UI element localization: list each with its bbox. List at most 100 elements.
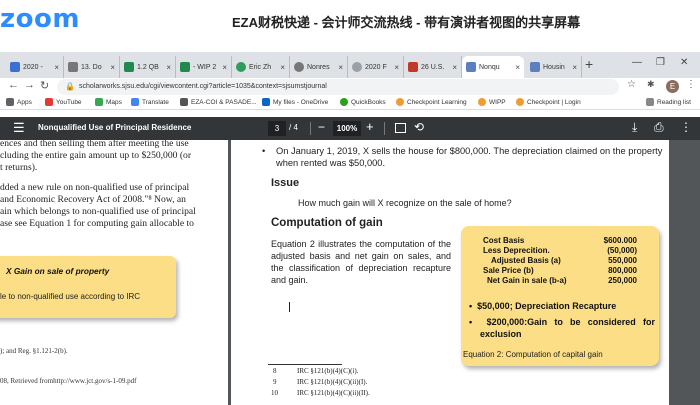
calc-value: 800,000: [608, 266, 637, 275]
equation-description: Equation 2 illustrates the computation o…: [271, 239, 451, 285]
close-icon[interactable]: ×: [452, 63, 457, 72]
tab-favicon-icon: [352, 62, 362, 72]
footnote-number: 9: [273, 378, 277, 386]
tab-favicon-icon: [466, 62, 476, 72]
browser-tab-active[interactable]: Nonqu ×: [462, 56, 524, 78]
browser-tab[interactable]: Nonres ×: [290, 56, 348, 78]
tab-favicon-icon: [408, 62, 418, 72]
page-text-line: ase see Equation 1 for computing gain al…: [0, 218, 194, 229]
bullet-icon: •: [469, 301, 478, 311]
calc-value: (50,000): [607, 246, 637, 255]
bookmark-label: EZA-COI & PASADE...: [191, 98, 257, 106]
zoom-out-button[interactable]: −: [318, 120, 325, 134]
bookmark-eza[interactable]: EZA-COI & PASADE...: [180, 98, 257, 106]
minimize-icon[interactable]: —: [632, 57, 642, 68]
scenario-text: On January 1, 2019, X sells the house fo…: [276, 146, 663, 168]
zoom-in-button[interactable]: +: [366, 119, 374, 134]
browser-tab[interactable]: - WIP 2 ×: [176, 56, 232, 78]
bookmark-checkpoint-learning[interactable]: Checkpoint Learning: [396, 98, 467, 106]
reading-list-button[interactable]: Reading list: [646, 98, 691, 106]
bookmark-maps[interactable]: Maps: [95, 98, 122, 106]
pdf-viewer[interactable]: ences and then selling them after meetin…: [0, 140, 700, 405]
menu-icon[interactable]: ☰: [13, 120, 25, 136]
new-tab-button[interactable]: +: [585, 56, 593, 72]
onedrive-icon: [262, 98, 270, 106]
extensions-icon[interactable]: ✱: [647, 79, 655, 90]
calc-label: Net Gain in sale (b-a): [487, 276, 567, 285]
close-icon[interactable]: ×: [54, 63, 59, 72]
bookmark-checkpoint-login[interactable]: Checkpoint | Login: [516, 98, 581, 106]
computation-heading: Computation of gain: [271, 217, 383, 229]
forward-icon[interactable]: →: [24, 79, 35, 91]
checkpoint-icon: [516, 98, 524, 106]
tab-favicon-icon: [124, 62, 134, 72]
browser-tab[interactable]: 26 U.S. ×: [404, 56, 462, 78]
close-icon[interactable]: ×: [110, 63, 115, 72]
tab-label: 2020 F: [365, 63, 387, 71]
apps-grid-icon: [6, 98, 14, 106]
close-icon[interactable]: ×: [280, 63, 285, 72]
url-text: scholarworks.sjsu.edu/cgi/viewcontent.cg…: [79, 83, 327, 90]
bookmark-onedrive[interactable]: My files - OneDrive: [262, 98, 328, 106]
calc-label: Cost Basis: [483, 236, 525, 245]
bullet-icon: •: [262, 146, 266, 156]
tab-strip: 2020 - × 13. Do × 1.2 QB × - WIP 2 × Eric Zh…: [0, 52, 700, 78]
checkpoint-icon: [396, 98, 404, 106]
address-bar[interactable]: 🔒 scholarworks.sjsu.edu/cgi/viewcontent.…: [57, 79, 619, 95]
browser-tab[interactable]: Eric Zh ×: [232, 56, 290, 78]
issue-question: How much gain will X recognize on the sa…: [298, 198, 512, 208]
tab-label: - WIP 2: [193, 63, 217, 71]
more-menu-icon[interactable]: ⋮: [686, 79, 696, 90]
page-number-input[interactable]: 3: [268, 121, 286, 136]
bookmark-star-icon[interactable]: ☆: [627, 79, 636, 90]
close-icon[interactable]: ×: [338, 63, 343, 72]
close-icon[interactable]: ×: [166, 63, 171, 72]
browser-tab[interactable]: 1.2 QB ×: [120, 56, 176, 78]
browser-tab[interactable]: 2020 - ×: [6, 56, 64, 78]
print-icon[interactable]: ⎙: [654, 120, 664, 135]
bookmark-translate[interactable]: Translate: [131, 98, 169, 106]
close-icon[interactable]: ×: [394, 63, 399, 72]
window-close-icon[interactable]: ✕: [680, 57, 688, 68]
bookmark-label: Apps: [17, 98, 32, 106]
profile-avatar[interactable]: E: [666, 80, 679, 93]
tab-favicon-icon: [294, 62, 304, 72]
bookmark-quickbooks[interactable]: QuickBooks: [340, 98, 386, 106]
navigation-bar: ← → ↻ 🔒 scholarworks.sjsu.edu/cgi/viewco…: [0, 78, 700, 96]
browser-tab[interactable]: Housin ×: [526, 56, 582, 78]
lock-icon: 🔒: [65, 82, 75, 91]
close-icon[interactable]: ×: [515, 63, 520, 72]
back-icon[interactable]: ←: [8, 79, 19, 91]
rotate-icon[interactable]: ⟲: [414, 120, 424, 134]
tab-label: Nonres: [307, 63, 330, 71]
exclusion-bullet: • $200,000:Gain to be considered for exc…: [469, 316, 655, 340]
maximize-icon[interactable]: ❐: [656, 57, 665, 68]
reload-icon[interactable]: ↻: [40, 79, 49, 92]
zoom-level-input[interactable]: 100%: [333, 121, 361, 136]
pdf-toolbar: ☰ Nonqualified Use of Principal Residenc…: [0, 117, 700, 140]
browser-tab[interactable]: 2020 F ×: [348, 56, 404, 78]
toolbar-divider: [310, 122, 311, 135]
close-icon[interactable]: ×: [222, 63, 227, 72]
download-icon[interactable]: ⤓: [632, 120, 637, 135]
footnote: 08, Retrieved fromhttp://www.jct.gov/s-1…: [0, 377, 137, 385]
tab-favicon-icon: [236, 62, 246, 72]
bookmark-apps[interactable]: Apps: [6, 98, 32, 106]
page-text-line: t returns).: [0, 162, 38, 173]
bookmarks-bar: Apps YouTube Maps Translate EZA-COI & PA…: [0, 96, 700, 110]
bookmark-wipp[interactable]: WIPP: [478, 98, 506, 106]
page-icon: [180, 98, 188, 106]
toolbar-divider: [384, 122, 385, 135]
bookmark-youtube[interactable]: YouTube: [45, 98, 82, 106]
checkpoint-icon: [478, 98, 486, 106]
browser-tab[interactable]: 13. Do ×: [64, 56, 120, 78]
calc-value: 250,000: [608, 276, 637, 285]
fit-to-page-icon[interactable]: [395, 123, 406, 133]
bookmark-label: My files - OneDrive: [273, 98, 329, 106]
bookmark-label: Translate: [142, 98, 169, 106]
tab-label: Housin: [543, 63, 565, 71]
more-options-icon[interactable]: ⋮: [680, 120, 692, 134]
pdf-page-left: ences and then selling them after meetin…: [0, 140, 228, 405]
reading-list-icon: [646, 98, 654, 106]
close-icon[interactable]: ×: [572, 63, 577, 72]
